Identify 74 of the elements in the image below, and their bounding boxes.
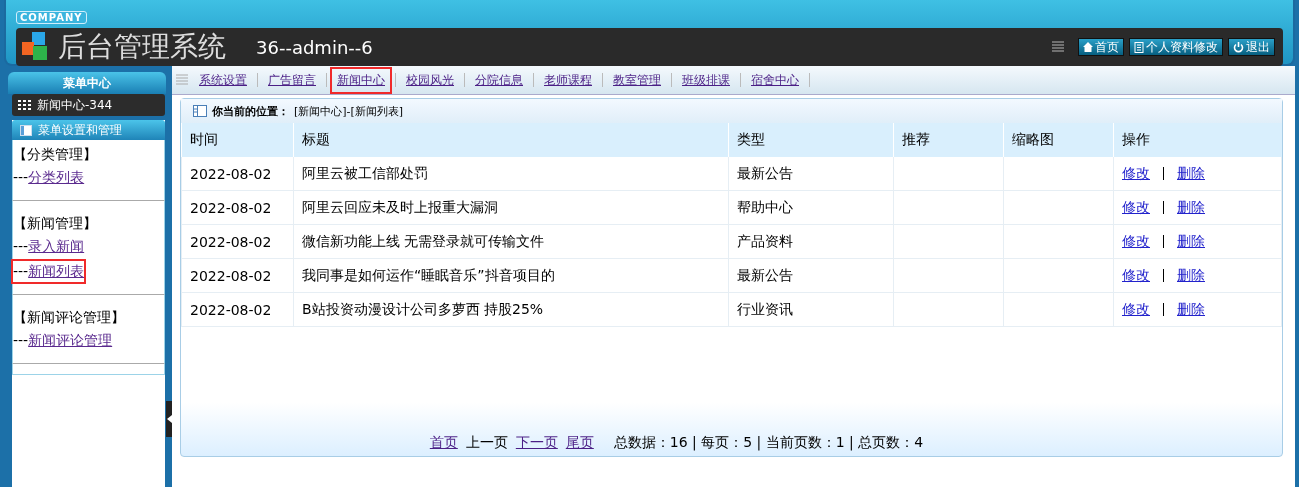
power-icon (1233, 41, 1244, 53)
menu-link[interactable]: 新闻列表 (28, 263, 85, 279)
menu-group-heading: 【新闻管理】 (13, 214, 98, 233)
current-module-label: 新闻中心-344 (37, 96, 113, 114)
nav-tab[interactable]: 老师课程 (537, 66, 599, 94)
nav-tab[interactable]: 系统设置 (192, 66, 254, 94)
menu-group-heading: 【分类管理】 (13, 145, 98, 164)
nav-tab[interactable]: 广告留言 (261, 66, 323, 94)
table-cell: 阿里云被工信部处罚 (293, 157, 729, 191)
edit-link[interactable]: 修改 (1122, 266, 1150, 283)
dash-prefix: --- (13, 332, 29, 348)
column-header: 缩略图 (1003, 123, 1114, 157)
table-cell: 微信新功能上线 无需登录就可传输文件 (293, 224, 729, 259)
panel-icon (20, 124, 32, 136)
dash-prefix: --- (13, 238, 29, 254)
delete-link[interactable]: 删除 (1177, 232, 1205, 249)
pagination-link[interactable]: 尾页 (565, 434, 594, 452)
table-cell: 行业资讯 (728, 292, 894, 327)
table-cell: 帮助中心 (728, 190, 894, 225)
table-cell: B站投资动漫设计公司多萝西 持股25% (293, 292, 729, 327)
breadcrumb-label: 你当前的位置： (212, 103, 289, 119)
menu-link[interactable]: 录入新闻 (28, 238, 85, 254)
pagination-summary: 总数据：16 | 每页：5 | 当前页数：1 | 总页数：4 (613, 434, 924, 452)
menu-link[interactable]: 分类列表 (28, 169, 85, 185)
list-icon (1052, 41, 1064, 53)
nav-tab[interactable]: 新闻中心 (330, 66, 392, 94)
dash-prefix: --- (13, 263, 29, 279)
column-header: 操作 (1113, 123, 1282, 157)
grid-icon (18, 100, 32, 110)
breadcrumb-path: [新闻中心]-[新闻列表] (294, 103, 404, 119)
header-button[interactable]: 首页 (1078, 38, 1124, 56)
table-cell: 产品资料 (728, 224, 894, 259)
table-cell: 最新公告 (728, 258, 894, 293)
edit-link[interactable]: 修改 (1122, 164, 1150, 181)
edit-link[interactable]: 修改 (1122, 232, 1150, 249)
edit-link[interactable]: 修改 (1122, 300, 1150, 317)
home-icon (1083, 42, 1093, 52)
list-icon (176, 74, 188, 86)
table-cell: 2022-08-02 (181, 190, 294, 225)
pagination-link[interactable]: 首页 (429, 434, 458, 452)
nav-tab[interactable]: 宿舍中心 (744, 66, 806, 94)
panel-icon (193, 105, 207, 117)
column-header: 时间 (181, 123, 294, 157)
nav-tab[interactable]: 教室管理 (606, 66, 668, 94)
table-cell: 2022-08-02 (181, 258, 294, 293)
app-title: 后台管理系统 (58, 29, 226, 65)
header-button[interactable]: 个人资料修改 (1129, 38, 1223, 56)
table-cell: 阿里云回应未及时上报重大漏洞 (293, 190, 729, 225)
column-header: 标题 (293, 123, 729, 157)
header-button[interactable]: 退出 (1228, 38, 1275, 56)
delete-link[interactable]: 删除 (1177, 266, 1205, 283)
edit-link[interactable]: 修改 (1122, 198, 1150, 215)
collapse-handle[interactable] (166, 401, 172, 437)
table-cell: 最新公告 (728, 157, 894, 191)
column-header: 推荐 (893, 123, 1004, 157)
table-cell: 2022-08-02 (181, 157, 294, 191)
company-badge: COMPANY (16, 11, 87, 24)
pagination-link[interactable]: 下一页 (515, 434, 558, 452)
table-cell: 我同事是如何运作“睡眠音乐”抖音项目的 (293, 258, 729, 293)
column-header: 类型 (728, 123, 894, 157)
nav-tab[interactable]: 分院信息 (468, 66, 530, 94)
menu-panel-title: 菜单设置和管理 (38, 121, 122, 139)
nav-tab[interactable]: 班级排课 (675, 66, 737, 94)
menu-link[interactable]: 新闻评论管理 (28, 332, 113, 348)
table-cell: 2022-08-02 (181, 224, 294, 259)
delete-link[interactable]: 删除 (1177, 198, 1205, 215)
delete-link[interactable]: 删除 (1177, 164, 1205, 181)
nav-tab[interactable]: 校园风光 (399, 66, 461, 94)
user-name: 36--admin--6 (256, 36, 373, 58)
menu-group-heading: 【新闻评论管理】 (13, 308, 126, 327)
dash-prefix: --- (13, 169, 29, 185)
document-icon (1134, 41, 1144, 53)
table-cell: 2022-08-02 (181, 292, 294, 327)
delete-link[interactable]: 删除 (1177, 300, 1205, 317)
